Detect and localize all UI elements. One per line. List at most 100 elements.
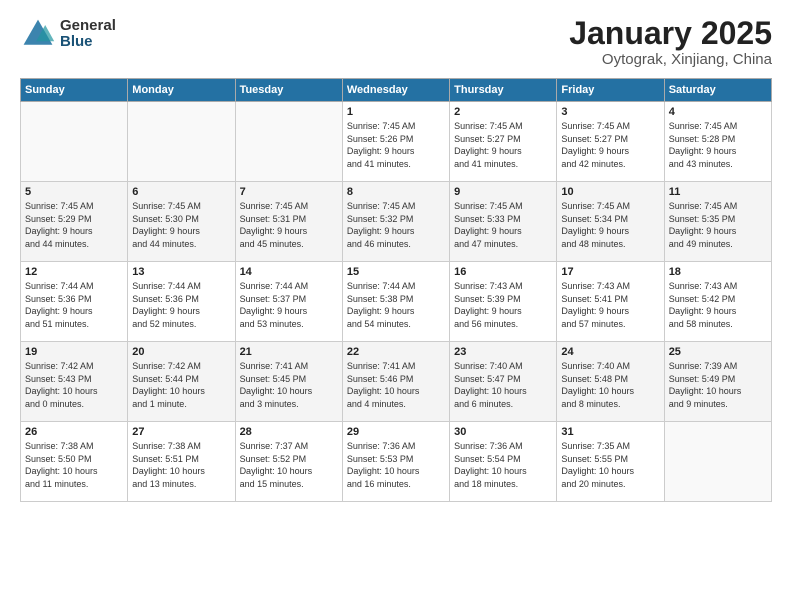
day-number-4: 4 — [669, 106, 767, 118]
cell-1-5: 10 Sunrise: 7:45 AM Sunset: 5:34 PM Dayli… — [557, 182, 664, 262]
day-number-16: 16 — [454, 266, 552, 278]
cell-4-5: 31 Sunrise: 7:35 AM Sunset: 5:55 PM Dayli… — [557, 422, 664, 502]
cell-3-3: 22 Sunrise: 7:41 AM Sunset: 5:46 PM Dayli… — [342, 342, 449, 422]
cell-4-2: 28 Sunrise: 7:37 AM Sunset: 5:52 PM Dayli… — [235, 422, 342, 502]
cell-4-1: 27 Sunrise: 7:38 AM Sunset: 5:51 PM Dayli… — [128, 422, 235, 502]
week-row-1: 5 Sunrise: 7:45 AM Sunset: 5:29 PM Daylig… — [21, 182, 772, 262]
cell-3-4: 23 Sunrise: 7:40 AM Sunset: 5:47 PM Dayli… — [450, 342, 557, 422]
cell-1-0: 5 Sunrise: 7:45 AM Sunset: 5:29 PM Daylig… — [21, 182, 128, 262]
cell-4-0: 26 Sunrise: 7:38 AM Sunset: 5:50 PM Dayli… — [21, 422, 128, 502]
day-number-5: 5 — [25, 186, 123, 198]
cell-2-4: 16 Sunrise: 7:43 AM Sunset: 5:39 PM Dayli… — [450, 262, 557, 342]
day-number-23: 23 — [454, 346, 552, 358]
day-number-30: 30 — [454, 426, 552, 438]
cell-3-2: 21 Sunrise: 7:41 AM Sunset: 5:45 PM Dayli… — [235, 342, 342, 422]
day-info-8: Sunrise: 7:45 AM Sunset: 5:32 PM Dayligh… — [347, 200, 445, 250]
header-thursday: Thursday — [450, 79, 557, 102]
cell-2-5: 17 Sunrise: 7:43 AM Sunset: 5:41 PM Dayli… — [557, 262, 664, 342]
day-number-2: 2 — [454, 106, 552, 118]
day-info-28: Sunrise: 7:37 AM Sunset: 5:52 PM Dayligh… — [240, 440, 338, 490]
day-number-10: 10 — [561, 186, 659, 198]
day-number-22: 22 — [347, 346, 445, 358]
day-info-11: Sunrise: 7:45 AM Sunset: 5:35 PM Dayligh… — [669, 200, 767, 250]
day-info-29: Sunrise: 7:36 AM Sunset: 5:53 PM Dayligh… — [347, 440, 445, 490]
logo-general-text: General — [60, 18, 116, 35]
day-info-4: Sunrise: 7:45 AM Sunset: 5:28 PM Dayligh… — [669, 120, 767, 170]
cell-3-5: 24Sunrise: 7:40 AM Sunset: 5:48 PM Dayli… — [557, 342, 664, 422]
day-number-24: 24 — [561, 346, 659, 358]
day-info-17: Sunrise: 7:43 AM Sunset: 5:41 PM Dayligh… — [561, 280, 659, 330]
logo-text: General Blue — [60, 18, 116, 51]
calendar-page: General Blue January 2025 Oytograk, Xinj… — [0, 0, 792, 512]
calendar-title: January 2025 — [569, 16, 772, 51]
logo-icon — [20, 16, 56, 52]
day-number-29: 29 — [347, 426, 445, 438]
day-number-6: 6 — [132, 186, 230, 198]
day-number-18: 18 — [669, 266, 767, 278]
day-info-5: Sunrise: 7:45 AM Sunset: 5:29 PM Dayligh… — [25, 200, 123, 250]
day-number-27: 27 — [132, 426, 230, 438]
cell-0-5: 3Sunrise: 7:45 AM Sunset: 5:27 PM Daylig… — [557, 102, 664, 182]
cell-0-6: 4 Sunrise: 7:45 AM Sunset: 5:28 PM Daylig… — [664, 102, 771, 182]
cell-4-4: 30Sunrise: 7:36 AM Sunset: 5:54 PM Dayli… — [450, 422, 557, 502]
day-info-22: Sunrise: 7:41 AM Sunset: 5:46 PM Dayligh… — [347, 360, 445, 410]
cell-1-1: 6 Sunrise: 7:45 AM Sunset: 5:30 PM Daylig… — [128, 182, 235, 262]
cell-3-0: 19Sunrise: 7:42 AM Sunset: 5:43 PM Dayli… — [21, 342, 128, 422]
cell-1-3: 8 Sunrise: 7:45 AM Sunset: 5:32 PM Daylig… — [342, 182, 449, 262]
calendar-table: Sunday Monday Tuesday Wednesday Thursday… — [20, 78, 772, 502]
header-friday: Friday — [557, 79, 664, 102]
calendar-body: 1Sunrise: 7:45 AM Sunset: 5:26 PM Daylig… — [21, 102, 772, 502]
cell-3-1: 20Sunrise: 7:42 AM Sunset: 5:44 PM Dayli… — [128, 342, 235, 422]
day-number-31: 31 — [561, 426, 659, 438]
day-info-15: Sunrise: 7:44 AM Sunset: 5:38 PM Dayligh… — [347, 280, 445, 330]
day-number-7: 7 — [240, 186, 338, 198]
day-number-13: 13 — [132, 266, 230, 278]
header-tuesday: Tuesday — [235, 79, 342, 102]
day-info-26: Sunrise: 7:38 AM Sunset: 5:50 PM Dayligh… — [25, 440, 123, 490]
cell-1-2: 7 Sunrise: 7:45 AM Sunset: 5:31 PM Daylig… — [235, 182, 342, 262]
week-row-3: 19Sunrise: 7:42 AM Sunset: 5:43 PM Dayli… — [21, 342, 772, 422]
calendar-subtitle: Oytograk, Xinjiang, China — [569, 51, 772, 68]
cell-0-4: 2 Sunrise: 7:45 AM Sunset: 5:27 PM Daylig… — [450, 102, 557, 182]
day-number-15: 15 — [347, 266, 445, 278]
day-info-3: Sunrise: 7:45 AM Sunset: 5:27 PM Dayligh… — [561, 120, 659, 170]
day-info-16: Sunrise: 7:43 AM Sunset: 5:39 PM Dayligh… — [454, 280, 552, 330]
cell-2-6: 18Sunrise: 7:43 AM Sunset: 5:42 PM Dayli… — [664, 262, 771, 342]
cell-0-1 — [128, 102, 235, 182]
header-wednesday: Wednesday — [342, 79, 449, 102]
day-number-26: 26 — [25, 426, 123, 438]
day-info-21: Sunrise: 7:41 AM Sunset: 5:45 PM Dayligh… — [240, 360, 338, 410]
day-info-31: Sunrise: 7:35 AM Sunset: 5:55 PM Dayligh… — [561, 440, 659, 490]
day-info-7: Sunrise: 7:45 AM Sunset: 5:31 PM Dayligh… — [240, 200, 338, 250]
cell-0-2 — [235, 102, 342, 182]
day-info-13: Sunrise: 7:44 AM Sunset: 5:36 PM Dayligh… — [132, 280, 230, 330]
cell-0-0 — [21, 102, 128, 182]
day-number-11: 11 — [669, 186, 767, 198]
day-info-19: Sunrise: 7:42 AM Sunset: 5:43 PM Dayligh… — [25, 360, 123, 410]
header-sunday: Sunday — [21, 79, 128, 102]
header-monday: Monday — [128, 79, 235, 102]
day-info-6: Sunrise: 7:45 AM Sunset: 5:30 PM Dayligh… — [132, 200, 230, 250]
day-number-8: 8 — [347, 186, 445, 198]
day-info-20: Sunrise: 7:42 AM Sunset: 5:44 PM Dayligh… — [132, 360, 230, 410]
day-info-14: Sunrise: 7:44 AM Sunset: 5:37 PM Dayligh… — [240, 280, 338, 330]
day-number-12: 12 — [25, 266, 123, 278]
cell-1-4: 9Sunrise: 7:45 AM Sunset: 5:33 PM Daylig… — [450, 182, 557, 262]
day-info-2: Sunrise: 7:45 AM Sunset: 5:27 PM Dayligh… — [454, 120, 552, 170]
day-info-10: Sunrise: 7:45 AM Sunset: 5:34 PM Dayligh… — [561, 200, 659, 250]
logo-blue-text: Blue — [60, 34, 116, 51]
day-number-21: 21 — [240, 346, 338, 358]
day-info-9: Sunrise: 7:45 AM Sunset: 5:33 PM Dayligh… — [454, 200, 552, 250]
day-info-12: Sunrise: 7:44 AM Sunset: 5:36 PM Dayligh… — [25, 280, 123, 330]
week-row-4: 26 Sunrise: 7:38 AM Sunset: 5:50 PM Dayli… — [21, 422, 772, 502]
day-number-17: 17 — [561, 266, 659, 278]
week-row-2: 12 Sunrise: 7:44 AM Sunset: 5:36 PM Dayli… — [21, 262, 772, 342]
cell-3-6: 25Sunrise: 7:39 AM Sunset: 5:49 PM Dayli… — [664, 342, 771, 422]
header-saturday: Saturday — [664, 79, 771, 102]
cell-1-6: 11 Sunrise: 7:45 AM Sunset: 5:35 PM Dayli… — [664, 182, 771, 262]
day-number-28: 28 — [240, 426, 338, 438]
day-info-23: Sunrise: 7:40 AM Sunset: 5:47 PM Dayligh… — [454, 360, 552, 410]
day-info-27: Sunrise: 7:38 AM Sunset: 5:51 PM Dayligh… — [132, 440, 230, 490]
cell-2-2: 14Sunrise: 7:44 AM Sunset: 5:37 PM Dayli… — [235, 262, 342, 342]
day-info-1: Sunrise: 7:45 AM Sunset: 5:26 PM Dayligh… — [347, 120, 445, 170]
